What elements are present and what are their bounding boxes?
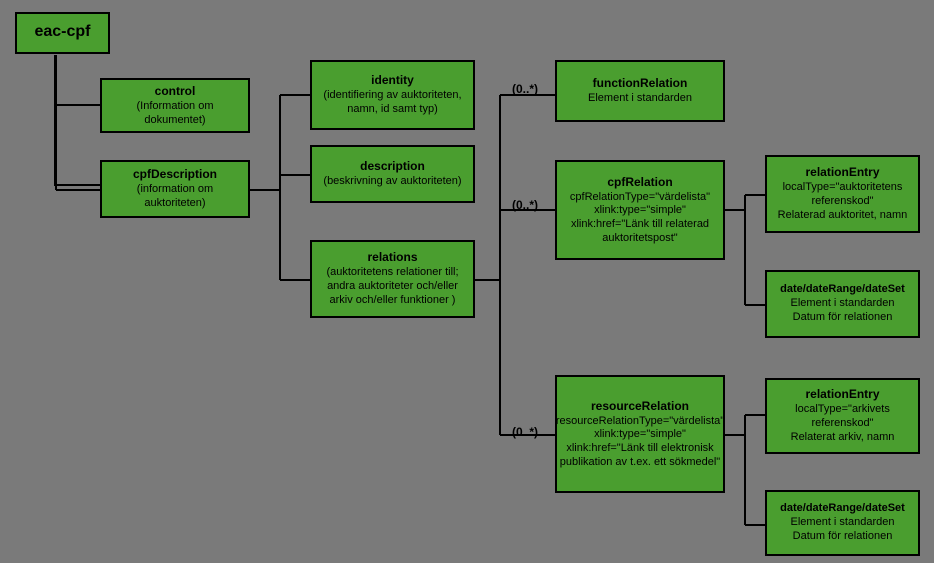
node-dateSet-1: date/dateRange/dateSet Element i standar… (765, 270, 920, 338)
node-functionRelation: functionRelation Element i standarden (555, 60, 725, 122)
relationEntry2-title: relationEntry (805, 387, 879, 401)
functionRelation-title: functionRelation (593, 76, 688, 90)
node-eac-cpf: eac-cpf (15, 12, 110, 54)
identity-title: identity (371, 73, 414, 87)
node-relationEntry-2: relationEntry localType="arkivets refere… (765, 378, 920, 454)
node-resourceRelation: resourceRelation resourceRelationType="v… (555, 375, 725, 493)
cardinality-cpfRelation: (0..*) (512, 198, 538, 212)
functionRelation-desc: Element i standarden (588, 92, 692, 106)
root-title: eac-cpf (34, 23, 90, 41)
cpfRelation-title: cpfRelation (607, 175, 672, 189)
cpfDescription-title: cpfDescription (133, 167, 217, 181)
control-title: control (155, 84, 196, 98)
relations-title: relations (367, 250, 417, 264)
resourceRelation-desc: resourceRelationType="värdelista" xlink:… (556, 415, 724, 470)
cardinality-resourceRelation: (0..*) (512, 425, 538, 439)
resourceRelation-title: resourceRelation (591, 399, 689, 413)
control-desc: (Information om dokumentet) (106, 100, 244, 128)
node-dateSet-2: date/dateRange/dateSet Element i standar… (765, 490, 920, 556)
cpfDescription-desc: (information om auktoriteten) (106, 183, 244, 211)
cardinality-functionRelation: (0..*) (512, 82, 538, 96)
node-relations: relations (auktoritetens relationer till… (310, 240, 475, 318)
dateSet2-desc: Element i standarden Datum för relatione… (791, 516, 895, 544)
relationEntry1-desc: localType="auktoritetens referenskod" Re… (771, 181, 914, 222)
node-identity: identity (identifiering av auktoriteten,… (310, 60, 475, 130)
node-cpfRelation: cpfRelation cpfRelationType="värdelista"… (555, 160, 725, 260)
relationEntry1-title: relationEntry (805, 165, 879, 179)
cpfRelation-desc: cpfRelationType="värdelista" xlink:type=… (561, 191, 719, 246)
node-cpfDescription: cpfDescription (information om auktorite… (100, 160, 250, 218)
dateSet1-title: date/dateRange/dateSet (780, 283, 905, 295)
description-title: description (360, 159, 425, 173)
node-description: description (beskrivning av auktoriteten… (310, 145, 475, 203)
node-control: control (Information om dokumentet) (100, 78, 250, 133)
description-desc: (beskrivning av auktoriteten) (323, 175, 461, 189)
dateSet2-title: date/dateRange/dateSet (780, 502, 905, 514)
relationEntry2-desc: localType="arkivets referenskod" Relater… (771, 403, 914, 444)
node-relationEntry-1: relationEntry localType="auktoritetens r… (765, 155, 920, 233)
identity-desc: (identifiering av auktoriteten, namn, id… (316, 89, 469, 117)
dateSet1-desc: Element i standarden Datum för relatione… (791, 297, 895, 325)
relations-desc: (auktoritetens relationer till; andra au… (316, 266, 469, 307)
